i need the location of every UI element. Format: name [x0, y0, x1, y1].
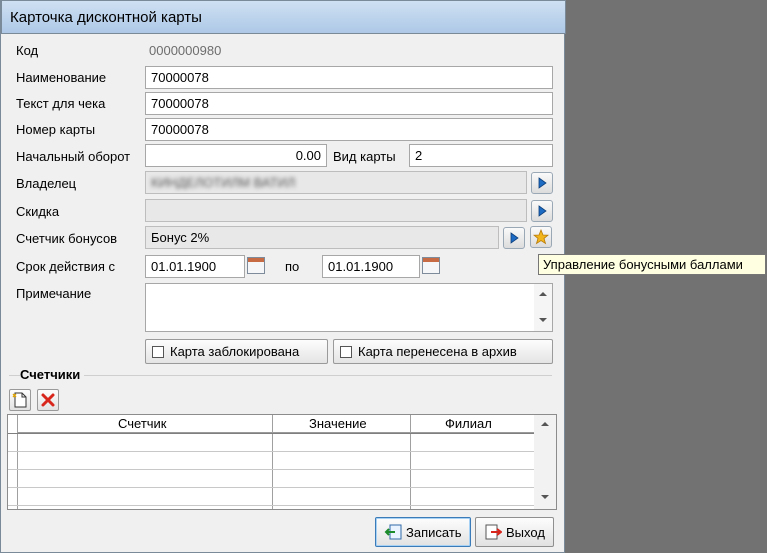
owner-picker-button[interactable]: [531, 172, 553, 194]
start-turnover-label: Начальный оборот: [16, 149, 131, 164]
card-blocked-label: Карта заблокирована: [170, 344, 300, 359]
discount-picker-button[interactable]: [531, 200, 553, 222]
counters-table[interactable]: Счетчик Значение Филиал: [7, 414, 557, 510]
section-divider: [9, 375, 552, 376]
row-selector-column: [8, 415, 18, 509]
table-header: Счетчик Значение Филиал: [8, 415, 534, 433]
column-header-value: Значение: [309, 416, 367, 431]
receipt-text-label: Текст для чека: [16, 96, 106, 111]
owner-value: КИНДЕЛОТИЛМ ВАТИЛ: [151, 175, 296, 190]
scroll-down-icon[interactable]: [541, 495, 549, 499]
scroll-up-icon[interactable]: [541, 422, 549, 426]
row-divider: [8, 433, 534, 434]
play-arrow-icon: [510, 232, 519, 244]
card-number-label: Номер карты: [16, 122, 96, 137]
validity-from-calendar-button[interactable]: [246, 256, 266, 276]
add-counter-button[interactable]: [9, 389, 31, 411]
name-label: Наименование: [16, 70, 107, 85]
code-value: 0000000980: [149, 43, 222, 58]
bonus-manage-button[interactable]: [530, 226, 552, 248]
code-label: Код: [16, 43, 39, 58]
star-icon: [533, 229, 549, 245]
column-divider: [410, 415, 411, 509]
exit-label: Выход: [506, 525, 545, 540]
red-x-icon: [41, 393, 55, 407]
discount-field[interactable]: [145, 199, 527, 222]
owner-field[interactable]: КИНДЕЛОТИЛМ ВАТИЛ: [145, 171, 527, 194]
receipt-text-input[interactable]: 70000078: [145, 92, 553, 115]
exit-door-icon: [484, 524, 503, 540]
save-button[interactable]: Записать: [375, 517, 471, 547]
name-input[interactable]: 70000078: [145, 66, 553, 89]
table-scrollbar[interactable]: [534, 415, 556, 509]
calendar-icon: [422, 257, 440, 274]
calendar-icon: [247, 257, 265, 274]
window-title: Карточка дисконтной карты: [10, 9, 202, 26]
validity-to-calendar-button[interactable]: [421, 256, 441, 276]
bonus-management-tooltip: Управление бонусными баллами: [538, 254, 766, 275]
card-archived-checkbox[interactable]: Карта перенесена в архив: [333, 339, 553, 364]
note-scrollbar[interactable]: [534, 284, 552, 331]
note-textarea[interactable]: [145, 283, 553, 332]
row-divider: [8, 469, 534, 470]
new-document-icon: [12, 392, 27, 408]
bonus-counter-field[interactable]: Бонус 2%: [145, 226, 499, 249]
counters-section-title: Счетчики: [20, 367, 85, 382]
row-divider: [8, 505, 534, 506]
owner-label: Владелец: [16, 176, 77, 191]
card-type-input[interactable]: 2: [409, 144, 553, 167]
column-header-branch: Филиал: [445, 416, 492, 431]
checkbox-icon: [152, 346, 164, 358]
delete-counter-button[interactable]: [37, 389, 59, 411]
discount-label: Скидка: [16, 204, 60, 219]
bonus-picker-button[interactable]: [503, 227, 525, 249]
card-archived-label: Карта перенесена в архив: [358, 344, 517, 359]
bonus-counter-label: Счетчик бонусов: [16, 231, 118, 246]
validity-label: Срок действия с: [16, 259, 115, 274]
save-label: Записать: [406, 525, 462, 540]
column-divider: [272, 415, 273, 509]
play-arrow-icon: [538, 177, 547, 189]
play-arrow-icon: [538, 205, 547, 217]
scroll-up-icon[interactable]: [539, 292, 547, 296]
title-bar: Карточка дисконтной карты: [1, 0, 566, 34]
row-divider: [8, 487, 534, 488]
exit-button[interactable]: Выход: [475, 517, 554, 547]
card-blocked-checkbox[interactable]: Карта заблокирована: [145, 339, 328, 364]
card-number-input[interactable]: 70000078: [145, 118, 553, 141]
validity-to-label: по: [285, 259, 300, 274]
checkbox-icon: [340, 346, 352, 358]
row-divider: [8, 451, 534, 452]
scroll-down-icon[interactable]: [539, 318, 547, 322]
validity-to-input[interactable]: 01.01.1900: [322, 255, 420, 278]
start-turnover-input[interactable]: 0.00: [145, 144, 327, 167]
validity-from-input[interactable]: 01.01.1900: [145, 255, 245, 278]
column-header-counter: Счетчик: [118, 416, 167, 431]
note-label: Примечание: [16, 286, 92, 301]
discount-card-window: Карточка дисконтной карты Код 0000000980…: [0, 0, 566, 553]
save-arrow-icon: [384, 524, 402, 540]
card-type-label: Вид карты: [333, 149, 396, 164]
